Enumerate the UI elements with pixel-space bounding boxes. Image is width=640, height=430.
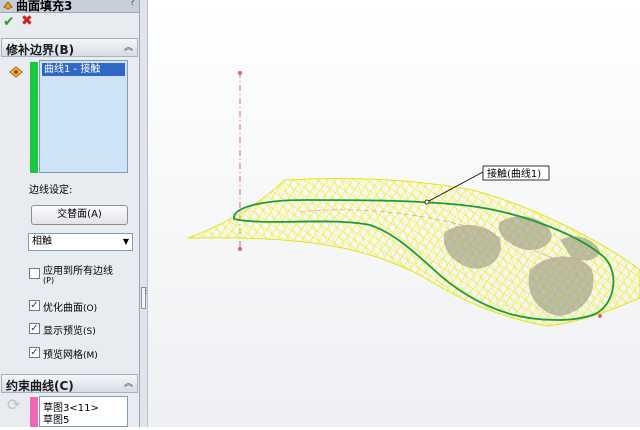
checkbox-shortcut: (P) [43,276,55,285]
list-item[interactable]: 曲线1 - 接触 [42,63,125,76]
endpoint [238,247,242,251]
chevron-down-icon: ▼ [122,237,129,246]
show-preview-checkbox[interactable]: ✓ [29,323,40,334]
edge-settings-label: 边线设定: [29,185,73,196]
feature-title-bar: 曲面填充3 ? [0,0,139,13]
section-header-patch-boundary[interactable]: 修补边界(B) ︽ [1,38,138,57]
checkbox-label: 显示预览(S) [43,326,96,337]
panel-splitter[interactable]: ⋮ [140,0,150,427]
section-header-constraint-curves[interactable]: 约束曲线(C) ︽ [1,374,138,393]
cancel-button[interactable]: ✖ [21,13,33,29]
checkbox-label: 优化曲面(O) [43,303,98,314]
property-manager: 曲面填充3 ? ✔ ✖ 修补边界(B) ︽ 曲线1 - 接触 边线设定: 交替面… [0,0,140,427]
callout-label: 接触(曲线1) [487,167,541,180]
endpoint [238,71,242,75]
optimize-surface-checkbox[interactable]: ✓ [29,300,40,311]
fill-surface-icon [3,1,13,10]
feature-title: 曲面填充3 [16,0,73,13]
constraint-curve-list[interactable]: 草图3<11> 草图5 [39,396,128,427]
select-value: 相触 [32,236,52,247]
checkbox-label: 预览网格(M) [43,350,98,361]
patch-boundary-list[interactable]: 曲线1 - 接触 [39,60,128,173]
section-title: 修补边界(B) [6,43,75,57]
watermark-logo: ⟳ [7,395,21,414]
endpoint [598,314,602,318]
selection-color-bar [30,62,38,173]
help-icon[interactable]: ? [130,0,135,8]
collapse-grip-icon[interactable]: ⋮ [141,287,150,309]
apply-all-edges-checkbox[interactable] [29,268,40,279]
list-item[interactable]: 草图5 [43,411,69,426]
section-title: 约束曲线(C) [6,379,74,393]
selection-color-bar [30,397,38,427]
alternate-face-button[interactable]: 交替面(A) [31,205,128,225]
model-view[interactable]: 接触(曲线1) [148,0,640,427]
edge-selection-icon [9,66,23,78]
graphics-viewport[interactable]: 接触(曲线1) [148,0,640,427]
checkbox-label: 应用到所有边线 [43,266,113,277]
callout-anchor [424,199,430,205]
ok-button[interactable]: ✔ [3,14,15,30]
curvature-control-select[interactable]: 相触 ▼ [28,233,133,251]
collapse-icon[interactable]: ︽ [124,376,133,389]
preview-mesh-checkbox[interactable]: ✓ [29,347,40,358]
collapse-icon[interactable]: ︽ [124,40,133,53]
